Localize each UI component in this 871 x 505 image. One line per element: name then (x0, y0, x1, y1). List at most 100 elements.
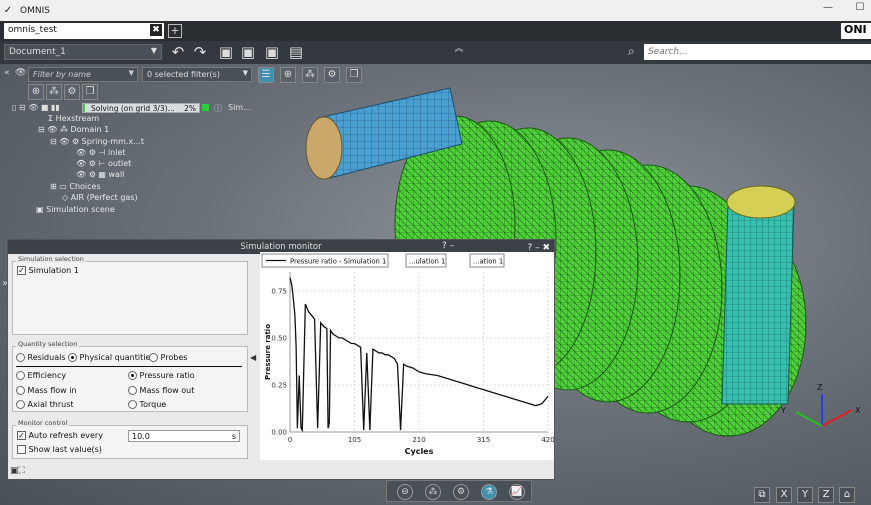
collapse-toolbar-icon[interactable]: ︽ (452, 41, 466, 54)
maximize-button[interactable]: ☐ (853, 2, 867, 16)
collapse-panel-icon[interactable]: « (4, 68, 10, 78)
mesh-mode-icon[interactable]: ⊖ (397, 484, 413, 500)
tree-item-scene[interactable]: ▣ Simulation scene (36, 205, 115, 216)
app-chevron-icon[interactable]: ✓ (0, 5, 16, 16)
layout-icon[interactable]: ▤ (286, 43, 306, 62)
document-select[interactable]: Document_1 ▼ (4, 44, 162, 60)
view-z-button[interactable]: Z (818, 487, 834, 503)
progress-fill (83, 104, 86, 112)
geometry-icon[interactable]: ⁂ (302, 67, 318, 83)
filter-geometry-icon[interactable]: ⁂ (46, 84, 62, 100)
close-tab-button[interactable]: ✖ (150, 24, 162, 36)
option-mass-flow-in[interactable]: Mass flow in (16, 386, 77, 395)
simulation-1-label: Simulation 1 (28, 266, 79, 275)
camera-icon[interactable]: ⌂ (839, 487, 855, 503)
results-mode-icon[interactable]: 📈 (509, 484, 525, 500)
view-x-button[interactable]: X (776, 487, 792, 503)
option-label: Pressure ratio (139, 371, 195, 380)
filter-count-select[interactable]: 0 selected filter(s) ▼ (142, 67, 252, 82)
tree-item-inlet[interactable]: 👁 ⚙ ⊣ inlet (76, 148, 126, 159)
tab-physical-quantities[interactable]: Physical quantities (68, 353, 155, 362)
domain-mode-icon[interactable]: ⚙ (453, 484, 469, 500)
project-tab[interactable]: omnis_test ✖ (4, 23, 164, 39)
chevron-down-icon: ▼ (128, 69, 134, 77)
x-tick-label: 315 (477, 436, 490, 444)
y-tick-label: 0.75 (271, 287, 287, 295)
option-efficiency[interactable]: Efficiency (16, 371, 66, 380)
quantity-selection-group: Quantity selection Residuals Physical qu… (12, 340, 248, 412)
auto-refresh-checkbox[interactable]: ✓ Auto refresh every (17, 431, 103, 440)
search-input[interactable] (644, 44, 871, 60)
legend-label: ...ulation 1 (409, 258, 445, 266)
tree-item-air[interactable]: ◇ AIR (Perfect gas) (62, 193, 138, 204)
refresh-interval-field[interactable]: 10.0 s (128, 430, 240, 442)
filter-row: « 👁 Filter by name ▼ 0 selected filter(s… (0, 66, 260, 84)
tree-item-domain[interactable]: ⊟ 👁 ⁂ Domain 1 (38, 125, 109, 136)
geometry-mode-icon[interactable]: ⁂ (425, 484, 441, 500)
undo-icon[interactable]: ↶ (168, 43, 188, 62)
fit-view-icon[interactable]: ⧉ (754, 487, 770, 503)
project-tab-label: omnis_test (8, 25, 57, 35)
cube-icon[interactable]: ❒ (346, 67, 362, 83)
collapse-left-icon[interactable]: ◀ (250, 353, 256, 362)
search-icon: ⌕ (628, 44, 635, 58)
export-icon[interactable]: ▣ (262, 43, 282, 62)
tree-item-hexstream[interactable]: Σ Hexstream (48, 114, 99, 125)
tab-residuals[interactable]: Residuals (16, 353, 66, 362)
option-label: Mass flow in (27, 386, 77, 395)
domain-icon[interactable]: ⚙ (324, 67, 340, 83)
help-icon[interactable]: ? – (442, 241, 454, 251)
option-pressure-ratio[interactable]: Pressure ratio (128, 371, 195, 380)
chart-svg: 0 105 210 315 420 0.00 0.25 0.50 0.75 Cycles Press… (261, 253, 555, 456)
radio-icon (128, 371, 137, 380)
option-axial-thrust[interactable]: Axial thrust (16, 400, 74, 409)
filter-count-value: 0 selected filter(s) (147, 70, 220, 79)
simulation-1-checkbox[interactable]: ✓ Simulation 1 (17, 266, 79, 275)
x-axis-label: Cycles (405, 447, 434, 456)
radio-icon (128, 400, 137, 409)
filter-mesh-icon[interactable]: ⊕ (28, 84, 44, 100)
tree-item-wall[interactable]: 👁 ⚙ ▦ wall (76, 170, 124, 181)
mesh-icon[interactable]: ⊕ (280, 67, 296, 83)
sim-label: Sim... (228, 103, 251, 112)
redo-icon[interactable]: ↷ (190, 43, 210, 62)
tab-probes[interactable]: Probes (149, 353, 187, 362)
y-tick-label: 0.25 (271, 381, 287, 389)
option-torque[interactable]: Torque (128, 400, 166, 409)
image-export-icon[interactable]: ▣⛶ (10, 466, 25, 476)
tree-item-label: AIR (Perfect gas) (70, 193, 138, 202)
axes-triad: Z X Y (780, 383, 861, 427)
project-tree-icon[interactable]: ▯ ⊟ 👁 ■ ▮▮ (12, 103, 60, 112)
filter-cube-icon[interactable]: ❒ (82, 84, 98, 100)
save-icon[interactable]: ▣ (216, 43, 236, 62)
tree-item-outlet[interactable]: 👁 ⚙ ⊢ outlet (76, 159, 131, 170)
tree-view-icon[interactable]: ☰ (258, 67, 274, 83)
tree-item-choices[interactable]: ⊞ ▭ Choices (50, 182, 101, 193)
progress-label: Solving (on grid 3/3)... (91, 104, 175, 113)
tree-item-spring[interactable]: ⊟ 👁 ⚙ Spring-mm.x...t (50, 137, 144, 148)
info-icon[interactable]: ⓘ (214, 103, 222, 114)
show-last-checkbox[interactable]: Show last value(s) (17, 445, 102, 454)
y-tick-label: 0.50 (271, 334, 287, 342)
option-label: Axial thrust (27, 400, 74, 409)
tree-item-label: Hexstream (55, 114, 100, 123)
minimize-button[interactable]: — (821, 2, 835, 16)
radio-icon (16, 353, 25, 362)
x-tick-label: 0 (288, 436, 292, 444)
x-tick-label: 210 (412, 436, 425, 444)
view-y-button[interactable]: Y (797, 487, 813, 503)
monitor-control-group: Monitor control ✓ Auto refresh every 10.… (12, 419, 248, 459)
add-tab-button[interactable]: + (168, 24, 182, 38)
filter-input[interactable]: Filter by name ▼ (28, 67, 138, 82)
tree-item-label: outlet (107, 159, 132, 168)
refresh-interval-value: 10.0 (132, 432, 150, 441)
radio-icon (16, 371, 25, 380)
tab-label: Residuals (27, 353, 66, 362)
solve-mode-icon[interactable]: ⚗ (481, 484, 497, 500)
tree-item-label: Simulation scene (46, 205, 115, 214)
filter-domain-icon[interactable]: ⚙ (64, 84, 80, 100)
option-mass-flow-out[interactable]: Mass flow out (128, 386, 194, 395)
quantity-label: Quantity selection (16, 340, 80, 348)
eye-icon[interactable]: 👁 (15, 68, 26, 78)
save-as-icon[interactable]: ▣ (238, 43, 258, 62)
